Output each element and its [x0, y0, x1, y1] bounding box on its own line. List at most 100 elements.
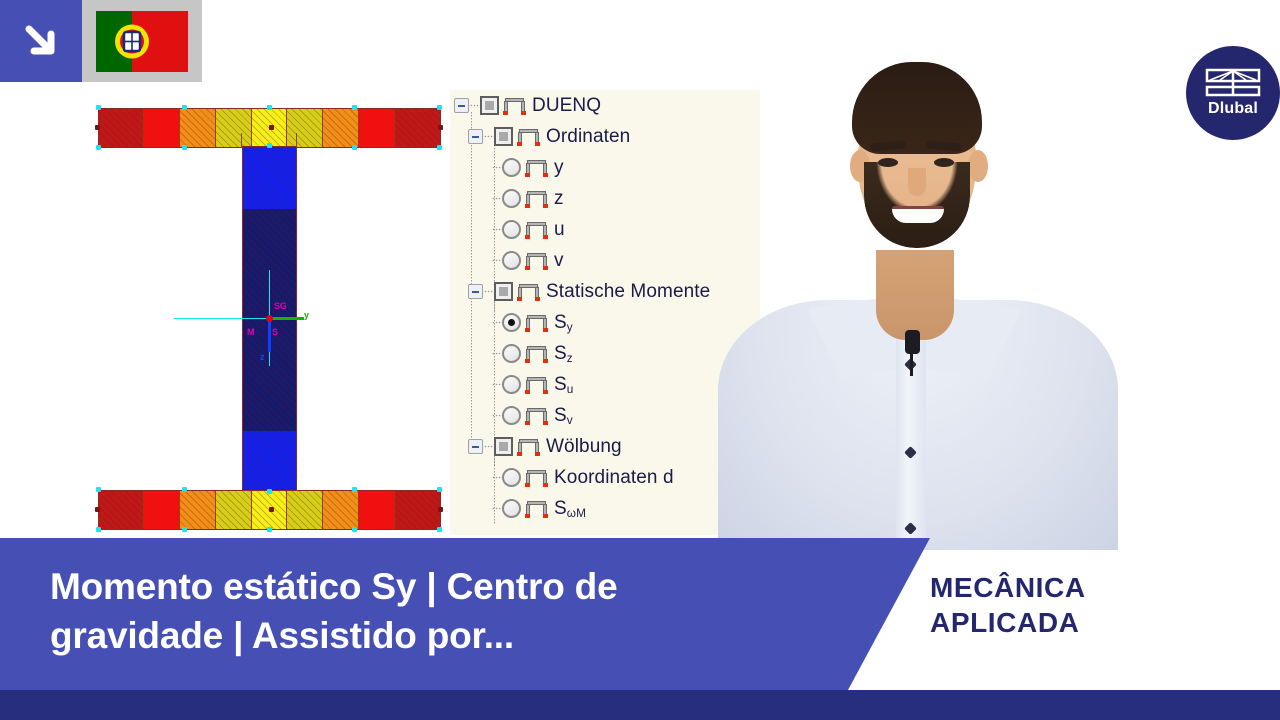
video-thumbnail: SG M S y z DUENQ Ordinaten y z u v Stati…: [0, 0, 1280, 720]
radio-button[interactable]: [502, 375, 521, 394]
tree-item-label: Koordinaten d: [554, 466, 674, 488]
tree-item-label: DUENQ: [532, 94, 602, 116]
beam-cross-section-icon: [525, 406, 548, 425]
shear-center-label-m: M: [247, 327, 255, 337]
node-handle[interactable]: [438, 507, 443, 512]
tree-connector-icon: [483, 284, 494, 299]
shear-center-label-s: S: [272, 327, 278, 337]
centroid-label: SG: [274, 301, 287, 311]
arrow-down-right-icon: [25, 25, 55, 55]
checkbox-partial-icon[interactable]: [494, 282, 513, 301]
node-handle[interactable]: [438, 125, 443, 130]
series-label-line-2: APLICADA: [930, 607, 1080, 638]
tree-item-label: Ordinaten: [546, 125, 631, 147]
cross-section-drawing: SG M S y z: [95, 96, 443, 532]
beam-cross-section-icon: [517, 282, 540, 301]
checkbox-partial-icon[interactable]: [494, 437, 513, 456]
node-handle[interactable]: [182, 527, 187, 532]
tree-connector-icon: [483, 129, 494, 144]
node-handle[interactable]: [96, 105, 101, 110]
checkbox-partial-icon[interactable]: [480, 96, 499, 115]
radio-button[interactable]: [502, 220, 521, 239]
tree-connector-icon: [491, 191, 502, 206]
node-handle[interactable]: [352, 527, 357, 532]
series-label-line-1: MECÂNICA: [930, 572, 1086, 603]
radio-button[interactable]: [502, 406, 521, 425]
radio-button[interactable]: [502, 344, 521, 363]
video-title: Momento estático Sy | Centro de gravidad…: [50, 562, 810, 660]
tree-connector-icon: [491, 222, 502, 237]
node-handle[interactable]: [267, 527, 272, 532]
beam-cross-section-icon: [517, 127, 540, 146]
node-handle[interactable]: [95, 125, 100, 130]
smile: [892, 206, 944, 223]
node-handle[interactable]: [96, 145, 101, 150]
tree-item-label: Su: [554, 373, 574, 396]
radio-button[interactable]: [502, 189, 521, 208]
node-handle[interactable]: [269, 125, 274, 130]
dlubal-logo[interactable]: Dlubal: [1186, 46, 1280, 140]
eye-left: [878, 158, 898, 167]
node-handle[interactable]: [267, 105, 272, 110]
flag-container[interactable]: [82, 0, 202, 82]
language-badge[interactable]: [0, 0, 202, 82]
radio-button[interactable]: [502, 251, 521, 270]
radio-button[interactable]: [502, 158, 521, 177]
dlubal-logo-text: Dlubal: [1207, 100, 1259, 117]
node-handle[interactable]: [437, 527, 442, 532]
node-handle[interactable]: [352, 105, 357, 110]
node-handle[interactable]: [267, 489, 272, 494]
node-handle[interactable]: [437, 105, 442, 110]
tree-connector-icon: [483, 439, 494, 454]
tree-item-label: u: [554, 218, 565, 240]
beam-cross-section-icon: [525, 158, 548, 177]
beam-cross-section-icon: [517, 437, 540, 456]
tree-connector-icon: [491, 470, 502, 485]
centroid-point[interactable]: [266, 315, 273, 322]
beam-cross-section-icon: [525, 468, 548, 487]
node-handle[interactable]: [96, 527, 101, 532]
tree-connector-icon: [491, 346, 502, 361]
node-handle[interactable]: [267, 143, 272, 148]
collapse-minus-icon[interactable]: [454, 98, 469, 113]
radio-button[interactable]: [502, 468, 521, 487]
download-button[interactable]: [0, 0, 82, 82]
hair: [852, 62, 982, 154]
beam-cross-section-icon: [525, 313, 548, 332]
truss-frame-icon: [1205, 68, 1261, 97]
node-handle[interactable]: [182, 145, 187, 150]
tree-item-label: Sv: [554, 404, 573, 427]
node-handle[interactable]: [437, 487, 442, 492]
node-handle[interactable]: [182, 487, 187, 492]
tree-connector-icon: [491, 377, 502, 392]
cad-viewport[interactable]: SG M S y z: [60, 82, 480, 537]
presenter-photo: [700, 0, 1130, 550]
node-handle[interactable]: [437, 145, 442, 150]
neck: [876, 250, 954, 340]
collapse-minus-icon[interactable]: [468, 284, 483, 299]
z-axis-arrow: [268, 318, 271, 352]
beam-cross-section-icon: [525, 251, 548, 270]
collapse-minus-icon[interactable]: [468, 129, 483, 144]
tree-item-label: v: [554, 249, 564, 271]
y-axis-arrow: [270, 317, 304, 320]
node-handle[interactable]: [269, 507, 274, 512]
checkbox-partial-icon[interactable]: [494, 127, 513, 146]
collapse-minus-icon[interactable]: [468, 439, 483, 454]
radio-button-selected[interactable]: [502, 313, 521, 332]
eye-right: [934, 158, 954, 167]
radio-button[interactable]: [502, 499, 521, 518]
tree-connector-icon: [491, 315, 502, 330]
nose: [908, 168, 926, 196]
node-handle[interactable]: [352, 145, 357, 150]
node-handle[interactable]: [96, 487, 101, 492]
tree-connector-icon: [491, 160, 502, 175]
node-handle[interactable]: [182, 105, 187, 110]
beam-cross-section-icon: [525, 189, 548, 208]
tree-connector-icon: [491, 501, 502, 516]
node-handle[interactable]: [352, 487, 357, 492]
tree-item-label: y: [554, 156, 564, 178]
node-handle[interactable]: [95, 507, 100, 512]
tree-item-label: Statische Momente: [546, 280, 711, 302]
ear-right: [968, 150, 988, 182]
